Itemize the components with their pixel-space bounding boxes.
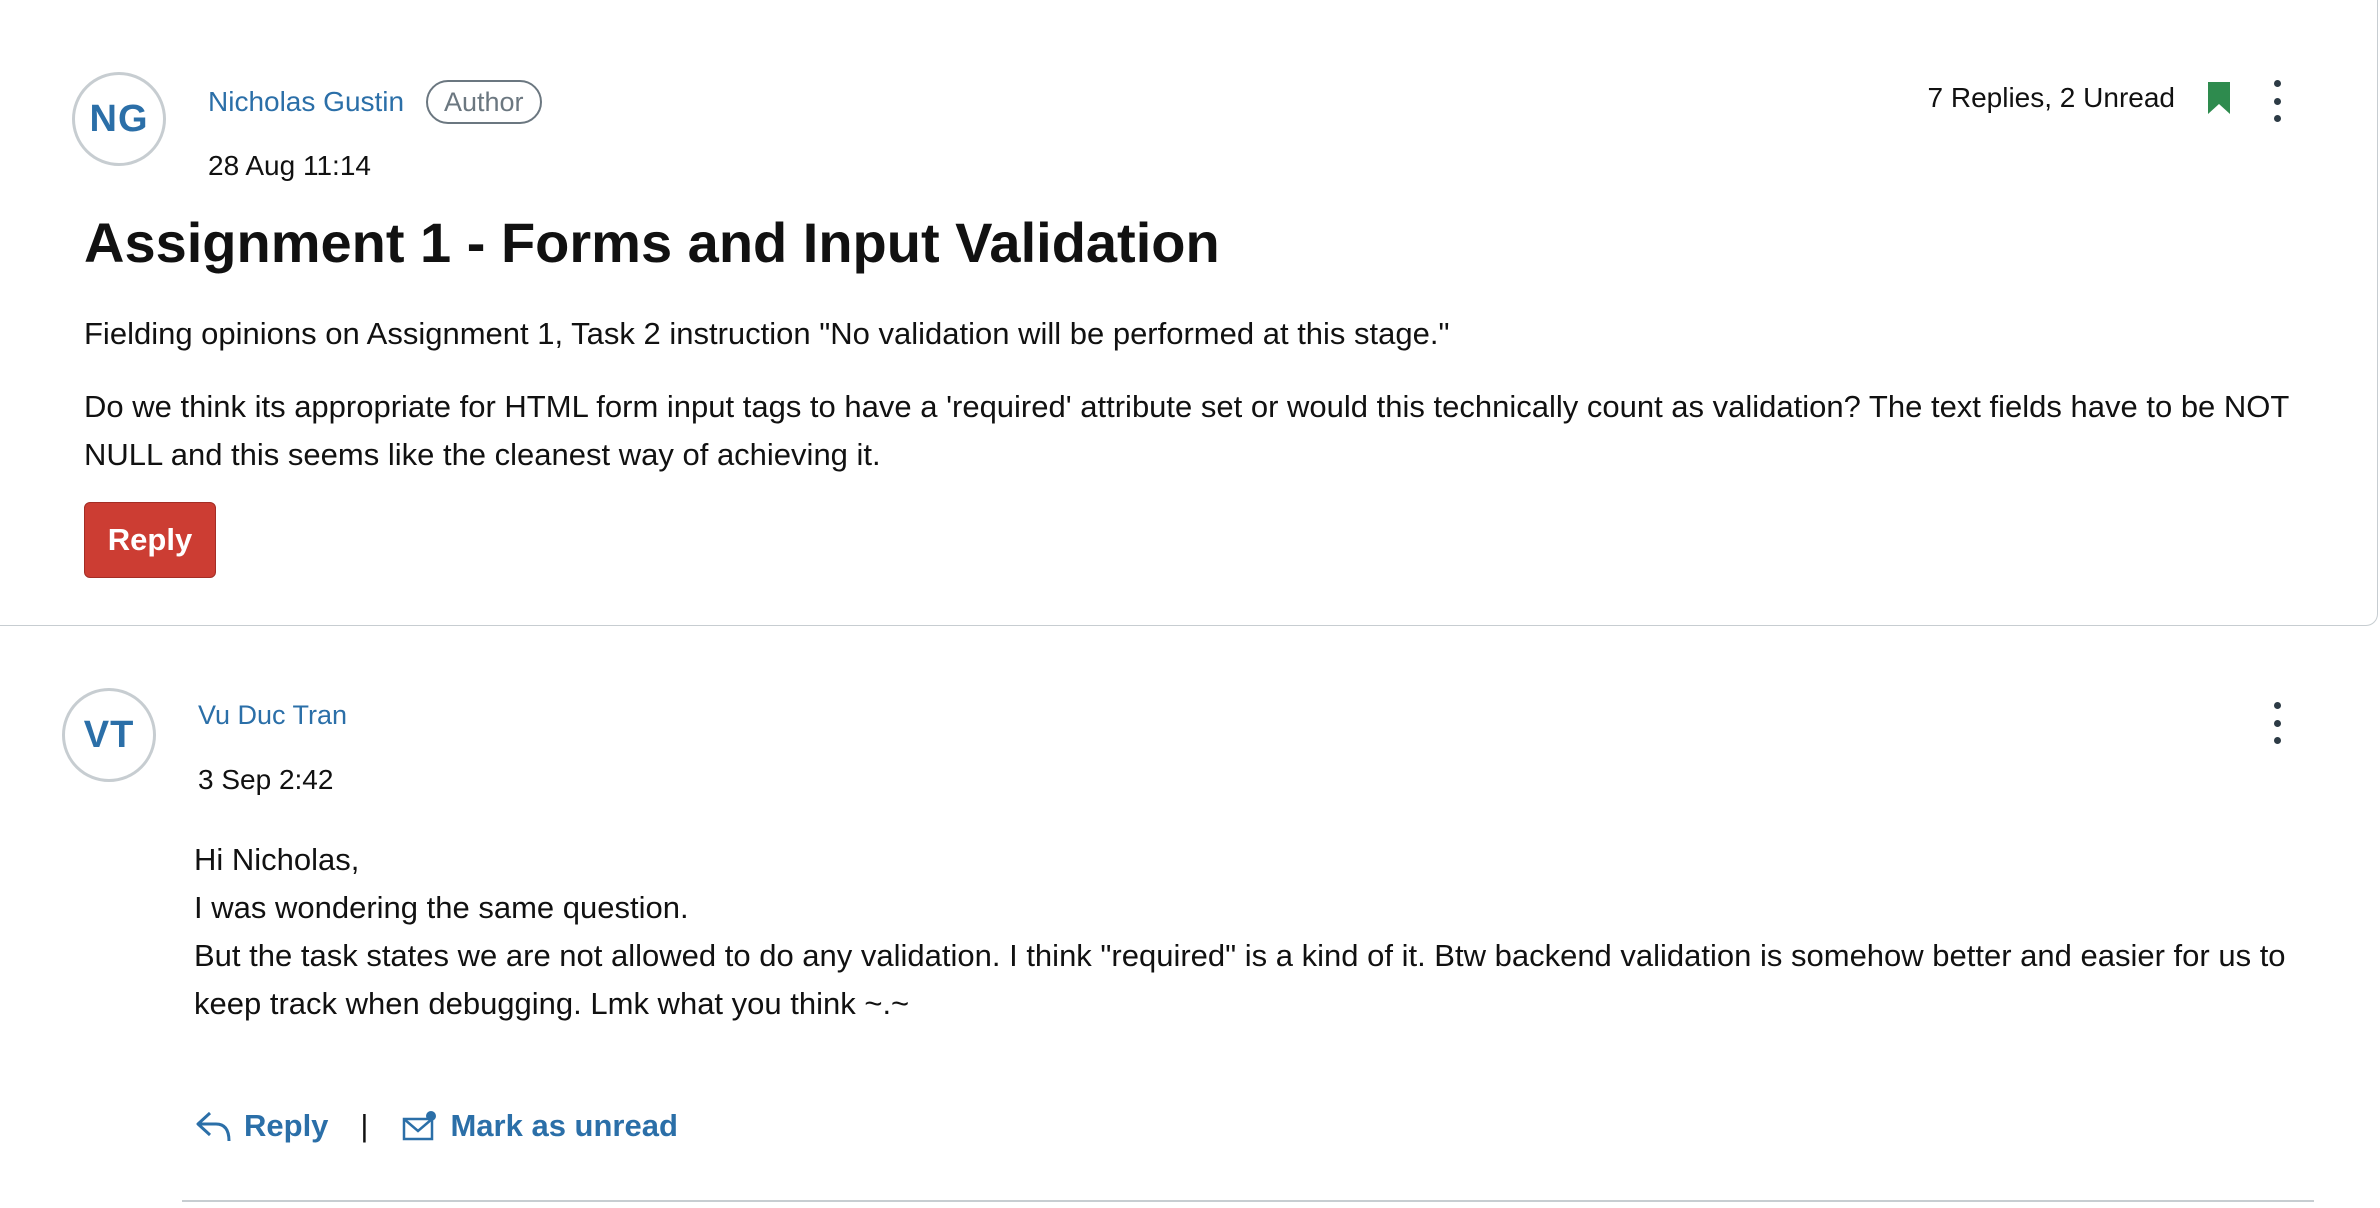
reply-more-options-icon[interactable] — [2271, 702, 2283, 744]
reply-timestamp: 3 Sep 2:42 — [198, 764, 334, 795]
envelope-unread-icon — [403, 1111, 437, 1141]
mark-as-unread-label: Mark as unread — [450, 1108, 678, 1143]
action-separator: | — [360, 1108, 369, 1143]
reply-arrow-icon — [196, 1111, 231, 1142]
topic-paragraph: Do we think its appropriate for HTML for… — [84, 389, 2289, 472]
post-timestamp: 28 Aug 11:14 — [208, 150, 371, 181]
reply-action-label: Reply — [244, 1108, 329, 1143]
topic-title: Assignment 1 - Forms and Input Validatio… — [84, 211, 1220, 274]
mark-as-unread-link[interactable]: Mark as unread — [402, 1108, 678, 1144]
author-name-link[interactable]: Nicholas Gustin — [208, 86, 404, 118]
reply-line: I was wondering the same question. — [194, 890, 689, 925]
reply-divider — [182, 1200, 2314, 1202]
reply-message: Hi Nicholas, I was wondering the same qu… — [194, 836, 2334, 1028]
author-avatar[interactable]: NG — [72, 72, 166, 166]
reply-author-name-link[interactable]: Vu Duc Tran — [198, 700, 347, 731]
topic-more-options-icon[interactable] — [2271, 80, 2283, 122]
reply-count-summary: 7 Replies, 2 Unread — [1927, 82, 2175, 113]
topic-paragraph: Fielding opinions on Assignment 1, Task … — [84, 316, 1450, 351]
reply-line: Hi Nicholas, — [194, 842, 360, 877]
author-badge: Author — [426, 80, 542, 124]
reply-avatar[interactable]: VT — [62, 688, 156, 782]
reply-line: But the task states we are not allowed t… — [194, 938, 2286, 1021]
reply-actions: Reply | Mark as unread — [194, 1108, 678, 1144]
topic-reply-button[interactable]: Reply — [84, 502, 216, 578]
topic-card: NG Nicholas Gustin Author 28 Aug 11:14 7… — [0, 0, 2378, 626]
bookmark-icon[interactable] — [2208, 82, 2230, 114]
reply-action-reply[interactable]: Reply — [194, 1108, 328, 1144]
